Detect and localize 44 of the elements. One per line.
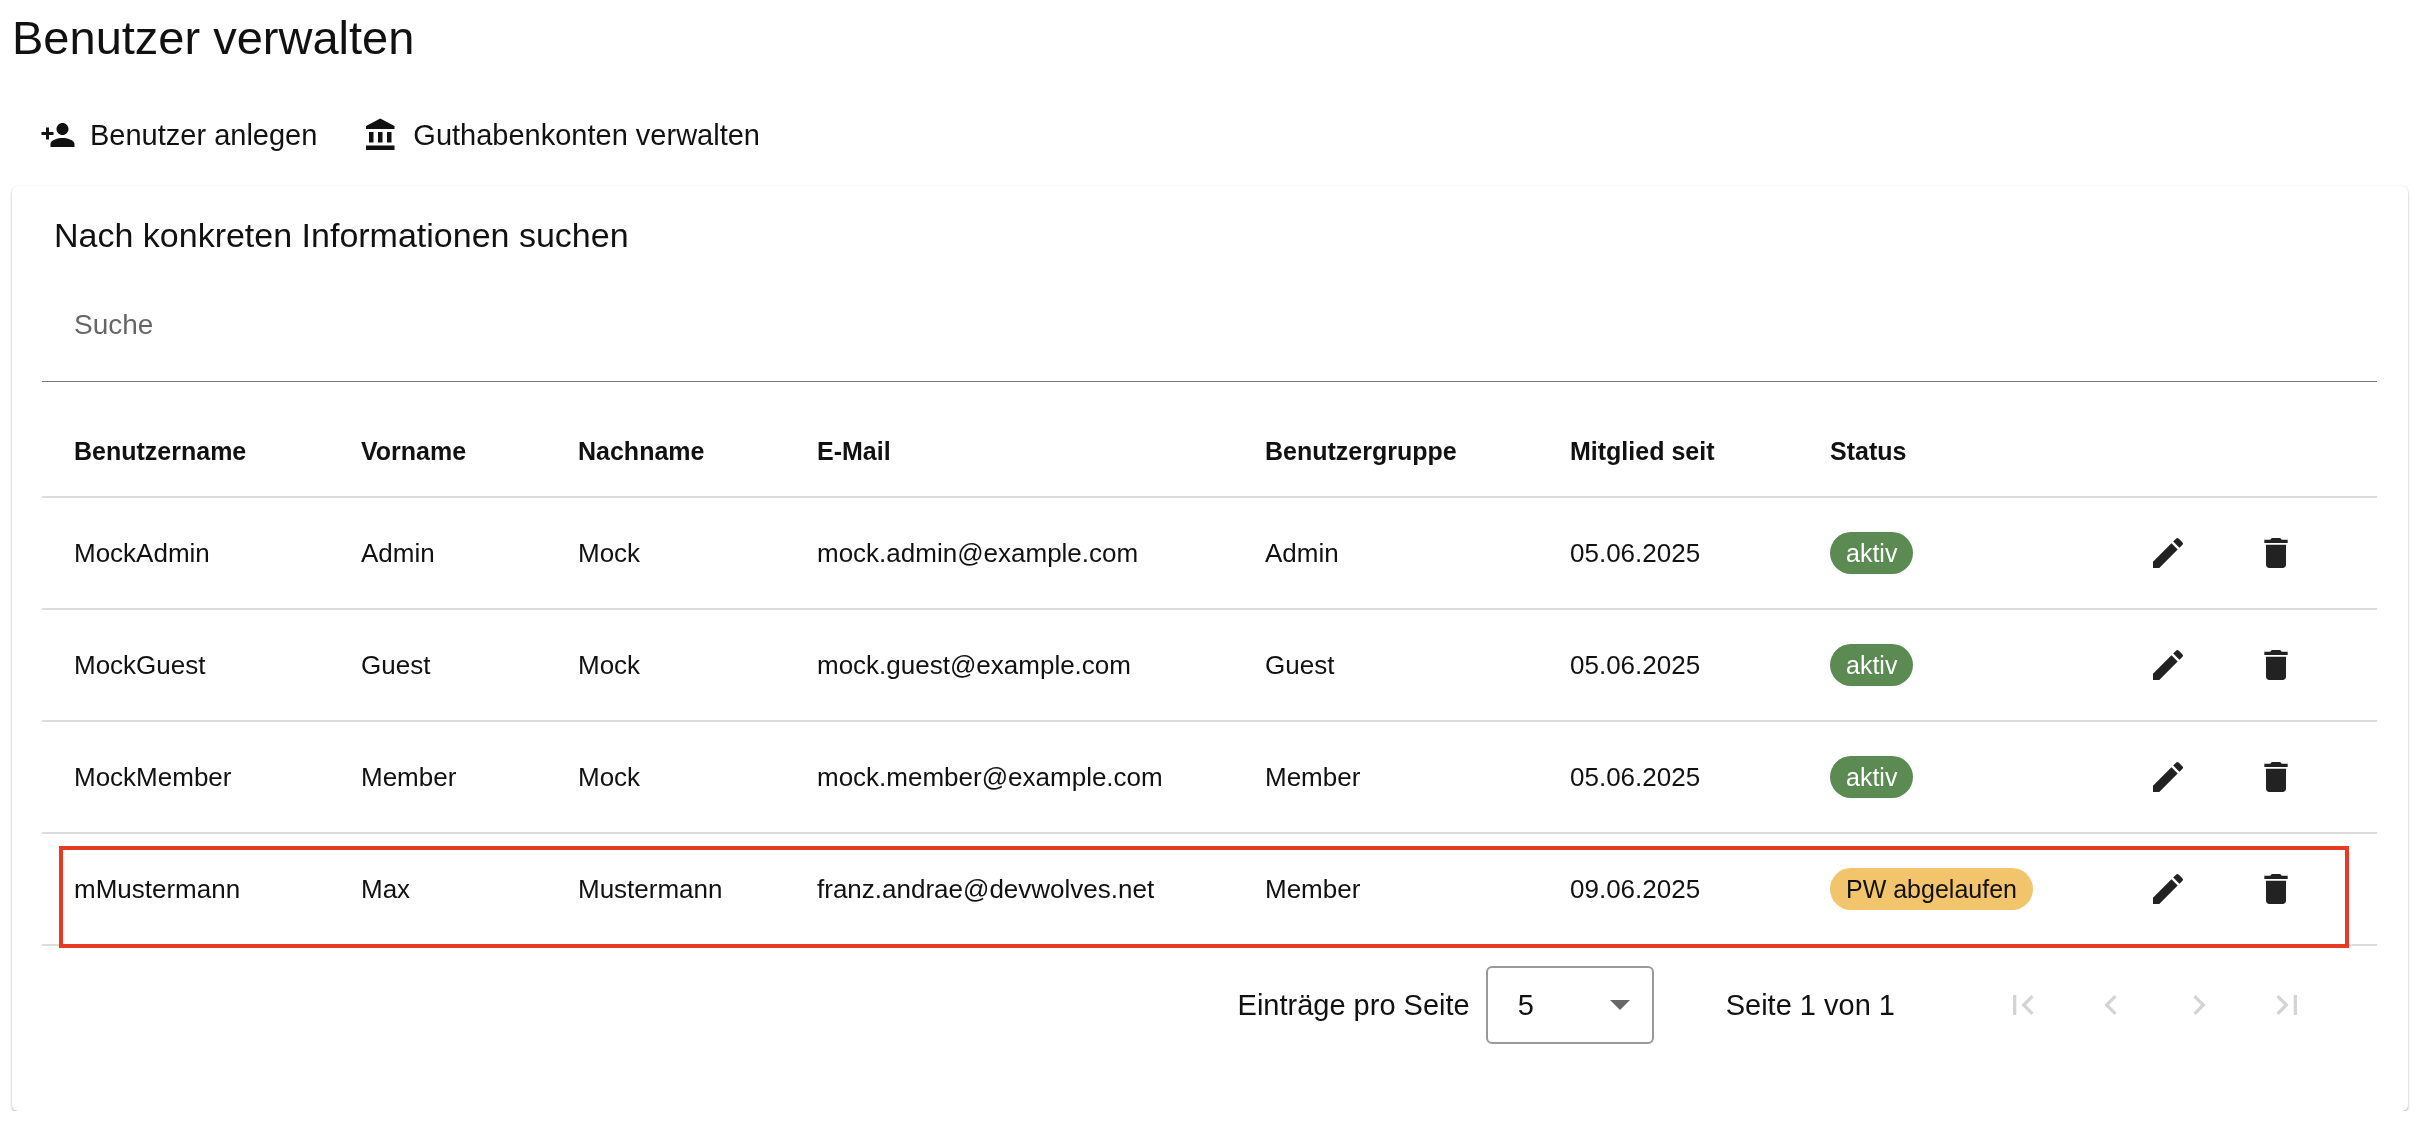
table-cell-text: franz.andrae@devwolves.net (816, 872, 1156, 906)
table-cell-text: mock.admin@example.com (816, 536, 1140, 570)
page-title: Benutzer verwalten (12, 10, 416, 66)
table-cell-text: Max (360, 872, 412, 906)
page-size-label: Einträge pro Seite (1237, 988, 1470, 1022)
column-header: Benutzergruppe (1264, 435, 1458, 467)
table-cell-text: Mock (577, 648, 642, 682)
table-cell-text: Member (360, 760, 458, 794)
column-header: Vorname (360, 435, 468, 467)
status-badge: aktiv (1830, 532, 1914, 574)
table-cell-text: Admin (360, 536, 436, 570)
table-cell-text: mock.guest@example.com (816, 648, 1132, 682)
table-cell-text: Mock (577, 536, 642, 570)
search-field[interactable]: Suche (42, 282, 2377, 382)
page-info: Seite 1 von 1 (1725, 988, 1895, 1022)
column-header: Status (1829, 435, 1908, 467)
status-badge: aktiv (1830, 644, 1914, 686)
table-cell-text: Guest (360, 648, 432, 682)
table-cell-text: 05.06.2025 (1569, 648, 1702, 682)
table-cell-text: mMustermann (73, 872, 242, 906)
table-cell-text: Mustermann (577, 872, 724, 906)
table-cell-text: 05.06.2025 (1569, 760, 1702, 794)
table-cell-text: MockAdmin (73, 536, 211, 570)
table-cell-text: 05.06.2025 (1569, 536, 1702, 570)
column-header: E-Mail (816, 435, 892, 467)
table-cell-text: 09.06.2025 (1569, 872, 1702, 906)
column-header: Mitglied seit (1569, 435, 1716, 467)
status-badge: aktiv (1830, 756, 1914, 798)
table-cell-text: mock.member@example.com (816, 760, 1164, 794)
toolbar-button[interactable]: Guthabenkonten verwalten (357, 112, 766, 158)
table-cell-text: Admin (1264, 536, 1340, 570)
table-cell-text: MockMember (73, 760, 233, 794)
table-cell-text: Mock (577, 760, 642, 794)
column-header: Benutzername (73, 435, 248, 467)
toolbar-button[interactable]: Benutzer anlegen (34, 112, 324, 158)
card-title: Nach konkreten Informationen suchen (54, 215, 630, 256)
status-badge: PW abgelaufen (1830, 868, 2033, 910)
page-size-select[interactable]: 5 (1485, 966, 1654, 1044)
table-cell-text: MockGuest (73, 648, 207, 682)
column-header: Nachname (577, 435, 706, 467)
caret-icon (1609, 1000, 1630, 1010)
table-cell-text: Member (1264, 872, 1362, 906)
table-cell-text: Guest (1264, 648, 1336, 682)
table-cell-text: Member (1264, 760, 1362, 794)
